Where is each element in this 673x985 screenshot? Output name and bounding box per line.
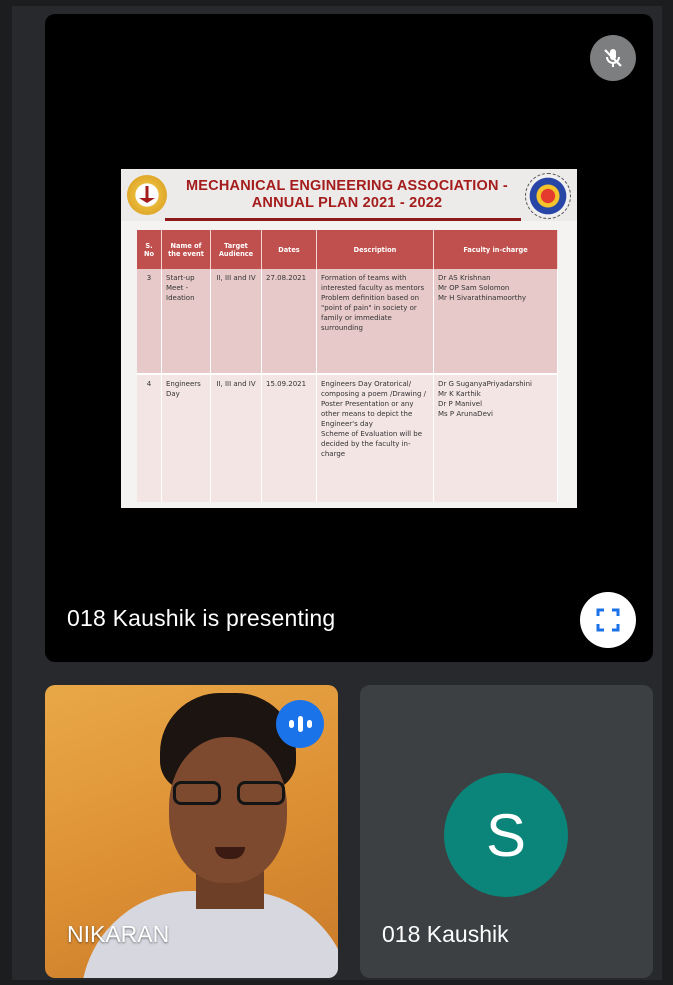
col-sno: S. No	[137, 230, 162, 269]
slide-title-line2: ANNUAL PLAN 2021 - 2022	[251, 195, 443, 211]
participant-tile-nikaran[interactable]: NIKARAN	[45, 685, 338, 978]
col-description: Description	[316, 230, 434, 269]
slide-title: MECHANICAL ENGINEERING ASSOCIATION - ANN…	[173, 178, 521, 212]
cell-event: Start-up Meet - Ideation	[161, 269, 211, 374]
cell-dates: 15.09.2021	[261, 373, 317, 502]
presenting-label: 018 Kaushik is presenting	[67, 605, 336, 631]
annual-plan-table: S. No Name of the event Target Audience …	[137, 230, 558, 502]
cell-audience: II, III and IV	[210, 373, 262, 502]
fullscreen-button[interactable]	[580, 592, 636, 648]
presentation-tile[interactable]: MECHANICAL ENGINEERING ASSOCIATION - ANN…	[45, 14, 653, 662]
cell-description: Engineers Day Oratorical/ composing a po…	[316, 373, 434, 502]
participant-name: NIKARAN	[67, 921, 170, 947]
cell-audience: II, III and IV	[210, 269, 262, 374]
mic-off-icon	[590, 35, 636, 81]
college-seal-logo	[525, 173, 571, 219]
cell-faculty: Dr AS Krishnan Mr OP Sam Solomon Mr H Si…	[433, 269, 558, 374]
participant-name: 018 Kaushik	[382, 921, 509, 947]
cell-sno: 3	[137, 269, 162, 374]
cell-dates: 27.08.2021	[261, 269, 317, 374]
col-event: Name of the event	[161, 230, 211, 269]
cell-sno: 4	[137, 373, 162, 502]
cell-description: Formation of teams with interested facul…	[316, 269, 434, 374]
audio-level-icon	[276, 700, 324, 748]
title-underline	[165, 218, 521, 221]
table-row: 3 Start-up Meet - Ideation II, III and I…	[137, 269, 558, 374]
cell-event: Engineers Day	[161, 373, 211, 502]
slide-header: MECHANICAL ENGINEERING ASSOCIATION - ANN…	[121, 169, 577, 221]
col-faculty: Faculty in-charge	[433, 230, 558, 269]
shared-slide: MECHANICAL ENGINEERING ASSOCIATION - ANN…	[121, 169, 577, 508]
col-dates: Dates	[261, 230, 317, 269]
table-row: 4 Engineers Day II, III and IV 15.09.202…	[137, 373, 558, 502]
avatar: S	[444, 773, 568, 897]
table-header-row: S. No Name of the event Target Audience …	[137, 230, 558, 269]
participant-tile-kaushik[interactable]: S 018 Kaushik	[360, 685, 653, 978]
fullscreen-icon	[596, 608, 620, 632]
slide-title-line1: MECHANICAL ENGINEERING ASSOCIATION -	[186, 178, 508, 194]
col-audience: Target Audience	[210, 230, 262, 269]
cell-faculty: Dr G SuganyaPriyadarshini Mr K Karthik D…	[433, 373, 558, 502]
association-logo	[127, 175, 167, 215]
